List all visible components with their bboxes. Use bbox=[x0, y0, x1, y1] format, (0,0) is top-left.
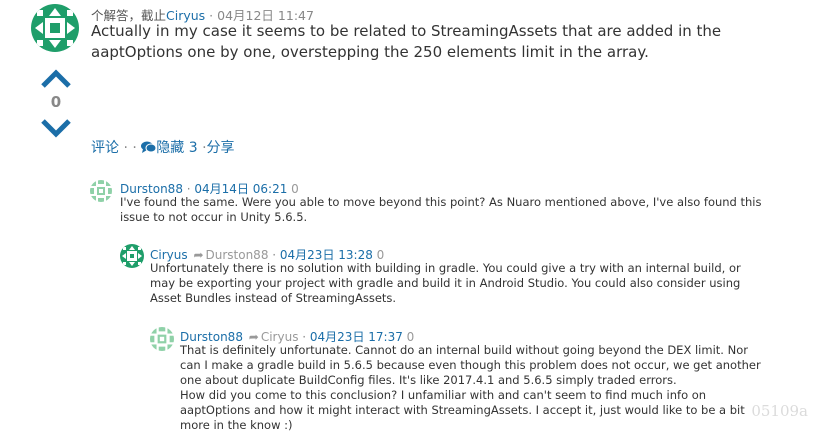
nested-reply-to-user[interactable]: Ciryus bbox=[261, 330, 299, 344]
reply-date[interactable]: 04月23日 13:28 bbox=[280, 248, 373, 262]
nested-reply-votes[interactable]: 0 bbox=[407, 330, 415, 344]
reply-arrow-icon: ➦ bbox=[248, 330, 259, 344]
chevron-up-icon bbox=[41, 69, 71, 88]
reply-arrow-icon: ➦ bbox=[193, 248, 204, 262]
comment-separator: · bbox=[182, 182, 195, 196]
nested-reply-date[interactable]: 04月23日 17:37 bbox=[310, 330, 403, 344]
toggle-hidden-comments[interactable]: 隐藏 3 bbox=[156, 140, 197, 156]
nested-reply-author[interactable]: Durston88 bbox=[180, 330, 243, 344]
comment-avatar[interactable] bbox=[120, 244, 144, 268]
share-link[interactable]: 分享 bbox=[207, 140, 235, 156]
answer-body: Actually in my case it seems to be relat… bbox=[91, 22, 722, 61]
nested-reply-paragraph-1: That is definitely unfortunate. Cannot d… bbox=[180, 343, 761, 387]
comment-avatar[interactable] bbox=[90, 180, 112, 202]
comment-body: I've found the same. Were you able to mo… bbox=[120, 195, 762, 224]
vote-count: 0 bbox=[50, 93, 62, 111]
comment-link[interactable]: 评论 bbox=[91, 140, 119, 156]
answer-author-avatar[interactable] bbox=[31, 4, 79, 52]
vote-up-button[interactable] bbox=[40, 67, 72, 89]
chevron-down-icon bbox=[41, 119, 71, 138]
watermark: 05109a bbox=[751, 402, 808, 420]
nested-reply-body: That is definitely unfortunate. Cannot d… bbox=[180, 343, 770, 433]
answer-actions: 评论 · · 隐藏 3 ·分享 bbox=[91, 137, 235, 157]
nested-reply-separator: · bbox=[298, 330, 310, 344]
reply-author[interactable]: Ciryus bbox=[150, 248, 188, 262]
comment-avatar[interactable] bbox=[150, 327, 174, 351]
nested-reply-paragraph-2: How did you come to this conclusion? I u… bbox=[180, 388, 745, 432]
reply-separator: · bbox=[268, 248, 280, 262]
reply-to-user[interactable]: Durston88 bbox=[206, 248, 269, 262]
comment-votes[interactable]: 0 bbox=[291, 182, 299, 196]
reply-votes[interactable]: 0 bbox=[377, 248, 385, 262]
actions-dots: · · bbox=[123, 140, 137, 156]
comments-icon bbox=[141, 141, 157, 153]
reply-body: Unfortunately there is no solution with … bbox=[150, 261, 741, 305]
comment-author[interactable]: Durston88 bbox=[120, 182, 183, 196]
comment-date[interactable]: 04月14日 06:21 bbox=[194, 182, 287, 196]
vote-down-button[interactable] bbox=[40, 117, 72, 139]
